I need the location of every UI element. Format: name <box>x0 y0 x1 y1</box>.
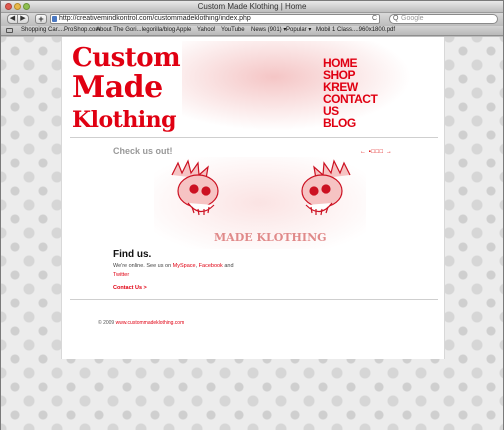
logo-line-made[interactable]: Made <box>72 73 163 103</box>
banner-text: MADE KLOTHING <box>214 231 327 244</box>
header-splash <box>182 41 412 131</box>
bookmark-item[interactable]: Mobil 1 Class....960x1800.pdf <box>316 26 395 35</box>
reload-icon[interactable]: C <box>372 15 377 22</box>
address-bar[interactable]: http://creativemindkontrol.com/custommad… <box>50 14 380 24</box>
header-divider <box>70 137 438 138</box>
browser-toolbar: ◀ ▶ + http://creativemindkontrol.com/cus… <box>1 13 503 26</box>
bookmarks-book-icon[interactable] <box>6 28 13 33</box>
footer-site-link[interactable]: www.custommadeklothing.com <box>116 320 185 326</box>
nav-blog[interactable]: BLOG <box>323 117 377 129</box>
forward-button[interactable]: ▶ <box>18 14 29 24</box>
slider-controls[interactable]: ← ▪□□□ → <box>360 149 392 155</box>
logo-line-custom[interactable]: Custom <box>72 45 181 71</box>
bookmarks-bar: Shopping Car....ProShop.com About The Go… <box>1 26 503 36</box>
footer: © 2009 www.custommadeklothing.com <box>98 320 184 326</box>
title-bar: Custom Made Klothing | Home <box>1 1 503 13</box>
bookmark-item[interactable]: Yahoo! <box>197 26 216 35</box>
find-us-and: and <box>224 263 234 269</box>
contact-us-link[interactable]: Contact Us > <box>113 285 147 291</box>
logo-line-klothing[interactable]: Klothing <box>72 107 177 133</box>
page-viewport: Custom Made Klothing HOME SHOP KREW CONT… <box>1 37 503 430</box>
back-button[interactable]: ◀ <box>7 14 18 24</box>
bookmark-item[interactable]: Apple <box>176 26 191 35</box>
find-us-prefix: We're online. See us on <box>113 263 172 269</box>
browser-window: Custom Made Klothing | Home ◀ ▶ + http:/… <box>0 0 504 430</box>
search-input[interactable]: Q Google <box>389 14 498 24</box>
copyright-text: © 2009 <box>98 320 115 326</box>
site-page: Custom Made Klothing HOME SHOP KREW CONT… <box>61 37 445 359</box>
find-us-text: We're online. See us on MySpace, Faceboo… <box>113 263 234 278</box>
add-bookmark-button[interactable]: + <box>35 14 47 24</box>
search-icon: Q <box>393 15 399 22</box>
bookmark-item[interactable]: YouTube <box>221 26 245 35</box>
address-text: http://creativemindkontrol.com/custommad… <box>59 15 251 22</box>
facebook-link[interactable]: Facebook <box>199 263 223 269</box>
bookmark-item[interactable]: Shopping Car....ProShop.com <box>21 26 100 35</box>
search-placeholder: Google <box>401 15 424 22</box>
bookmark-item[interactable]: About The Gori...legorilla/blog <box>96 26 175 35</box>
featured-skulls-image[interactable]: MADE KLOTHING <box>154 157 366 249</box>
myspace-link[interactable]: MySpace <box>173 263 196 269</box>
window-title: Custom Made Klothing | Home <box>197 2 307 11</box>
bookmark-item[interactable]: Popular ▾ <box>286 26 311 35</box>
find-us-heading: Find us. <box>113 249 152 260</box>
main-nav: HOME SHOP KREW CONTACT US BLOG <box>323 57 378 129</box>
bookmark-item[interactable]: News (901) ▾ <box>251 26 286 35</box>
featured-heading: Check us out! <box>113 146 173 156</box>
footer-divider <box>70 299 438 300</box>
page-icon <box>52 16 57 22</box>
twitter-link[interactable]: Twitter <box>113 272 129 278</box>
